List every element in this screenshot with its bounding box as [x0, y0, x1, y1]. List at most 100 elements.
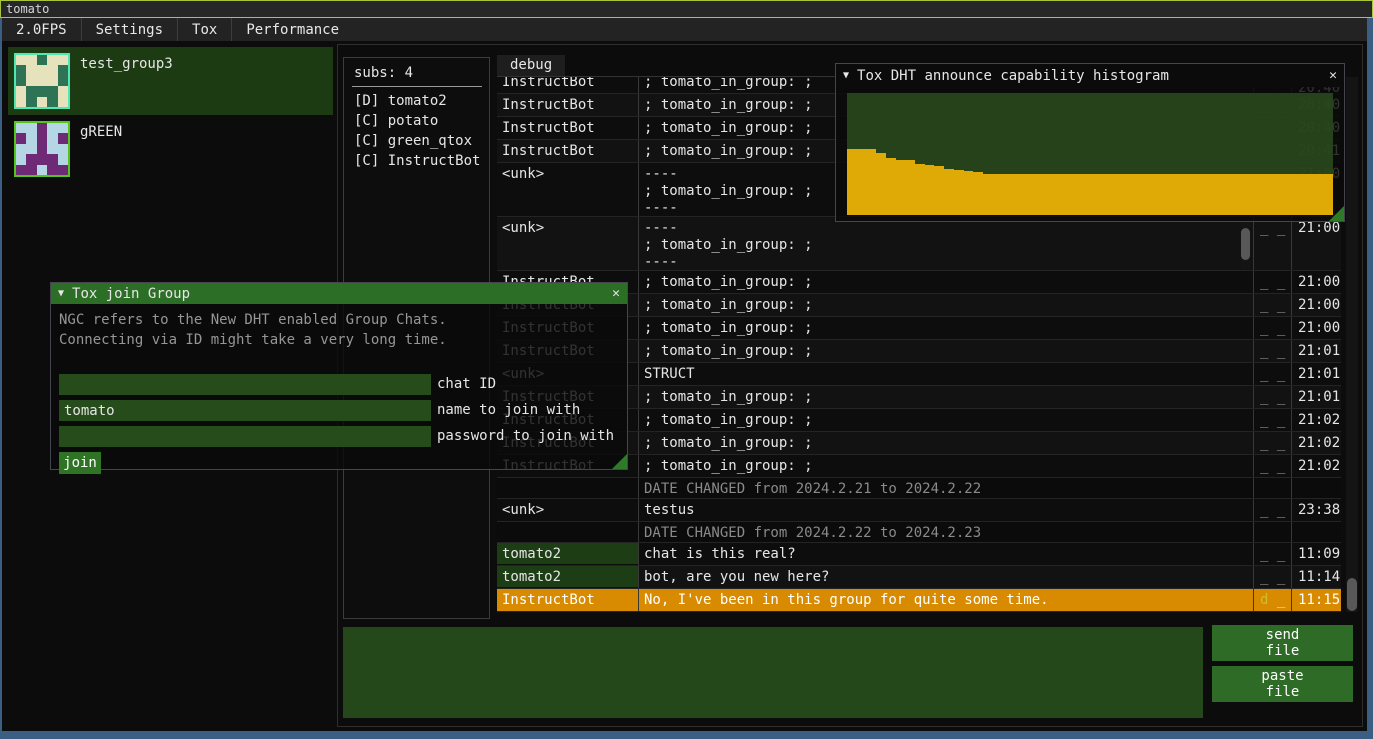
avatar-pixel — [37, 86, 47, 96]
timestamp: 21:02 — [1298, 458, 1341, 474]
message-input[interactable] — [343, 627, 1203, 718]
message-text: ; tomato_in_group: ; — [644, 274, 1253, 290]
chat-row-name: <unk> — [497, 499, 638, 521]
close-icon[interactable]: ✕ — [612, 286, 620, 301]
status-flag-left: _ — [1260, 389, 1268, 405]
status-flag-left: _ — [1260, 220, 1268, 236]
chat-row-status: _ _ — [1253, 455, 1291, 477]
group-name: test_group3 — [80, 56, 173, 72]
timestamp: 21:01 — [1298, 389, 1341, 405]
avatar-pixel — [26, 86, 36, 96]
send-file-button[interactable]: send file — [1212, 625, 1353, 661]
status-flag-left: _ — [1260, 297, 1268, 313]
chat-row-status: _ _ — [1253, 409, 1291, 431]
chat-row-time: 21:01 — [1291, 386, 1341, 408]
join-name-field[interactable] — [59, 400, 431, 421]
histogram-bar — [1022, 174, 1032, 215]
member-item[interactable]: [C] potato — [354, 111, 485, 131]
chat-row-time — [1291, 522, 1341, 542]
menu-item-tox[interactable]: Tox — [178, 18, 231, 41]
status-flag-left: d — [1260, 592, 1268, 608]
chat-date-row[interactable]: DATE CHANGED from 2024.2.22 to 2024.2.23 — [497, 522, 1341, 543]
chat-row-message: STRUCT — [638, 363, 1253, 385]
chat-row-time: 23:38 — [1291, 499, 1341, 521]
histogram-bar — [1061, 174, 1071, 215]
join-button[interactable]: join — [59, 452, 101, 474]
avatar-pixel — [16, 165, 26, 175]
paste-file-button[interactable]: paste file — [1212, 666, 1353, 702]
chat-row-time: 21:02 — [1291, 455, 1341, 477]
menu-item-settings[interactable]: Settings — [82, 18, 177, 41]
chat-id-label: chat ID — [437, 376, 496, 392]
histogram-bar — [905, 160, 915, 215]
collapse-icon[interactable]: ▼ — [843, 70, 849, 81]
chat-row[interactable]: tomato2chat is this real?_ _11:09 — [497, 543, 1341, 566]
members-separator — [352, 86, 482, 87]
status-flag-right: _ — [1277, 435, 1285, 451]
chat-scrollbar-thumb[interactable] — [1347, 578, 1357, 611]
avatar-pixel — [58, 76, 68, 86]
group-row-test_group3[interactable]: test_group3 — [8, 47, 333, 115]
chat-id-field[interactable] — [59, 374, 431, 395]
status-flag-right: _ — [1277, 220, 1285, 236]
member-item[interactable]: [C] InstructBot — [354, 151, 485, 171]
chat-row-message: DATE CHANGED from 2024.2.22 to 2024.2.23 — [638, 522, 1253, 542]
collapse-icon[interactable]: ▼ — [58, 288, 64, 299]
avatar-pixel — [26, 144, 36, 154]
window-frame-left — [0, 18, 2, 739]
histogram-bar — [896, 160, 906, 215]
avatar-pixel — [37, 144, 47, 154]
menu-item-performance[interactable]: Performance — [232, 18, 353, 41]
chat-row-time: 11:09 — [1291, 543, 1341, 565]
chat-row-time: 21:02 — [1291, 432, 1341, 454]
timestamp: 11:15 — [1298, 592, 1341, 608]
resize-grip-icon[interactable] — [1329, 206, 1344, 221]
window-frame-bottom — [0, 731, 1373, 739]
histogram-bar — [1236, 174, 1246, 215]
sender-name: InstructBot — [502, 143, 638, 159]
close-icon[interactable]: ✕ — [1329, 68, 1337, 83]
chat-row-message: ; tomato_in_group: ; — [638, 294, 1253, 316]
timestamp: 21:00 — [1298, 220, 1341, 236]
status-flag-left: _ — [1260, 546, 1268, 562]
chat-row[interactable]: tomato2bot, are you new here?_ _11:14 — [497, 566, 1341, 589]
chat-row-name — [497, 478, 638, 498]
group-avatar-icon — [14, 121, 70, 177]
histogram-bar — [1148, 174, 1158, 215]
chat-row-message: testus — [638, 499, 1253, 521]
chat-row-name: InstructBot — [497, 77, 638, 93]
chat-row-status: _ _ — [1253, 566, 1291, 588]
dht-histogram-titlebar[interactable]: ▼ Tox DHT announce capability histogram … — [836, 64, 1344, 87]
chat-row-status: _ _ — [1253, 294, 1291, 316]
histogram-bar — [944, 169, 954, 215]
tab-debug[interactable]: debug — [497, 55, 565, 76]
chat-row[interactable]: <unk>testus_ _23:38 — [497, 499, 1341, 522]
chat-row-status: _ _ — [1253, 543, 1291, 565]
chat-row[interactable]: InstructBotNo, I've been in this group f… — [497, 589, 1341, 612]
dht-histogram-body — [836, 87, 1344, 221]
chat-row[interactable]: <unk>----; tomato_in_group: ;----_ _21:0… — [497, 217, 1341, 271]
avatar-pixel — [26, 133, 36, 143]
group-row-gREEN[interactable]: gREEN — [8, 115, 333, 183]
timestamp: 21:01 — [1298, 343, 1341, 359]
message-cell-scrollbar-thumb[interactable] — [1241, 228, 1250, 260]
avatar-pixel — [16, 154, 26, 164]
member-item[interactable]: [D] tomato2 — [354, 91, 485, 111]
chat-date-row[interactable]: DATE CHANGED from 2024.2.21 to 2024.2.22 — [497, 478, 1341, 499]
avatar-pixel — [47, 144, 57, 154]
members-list: [D] tomato2[C] potato[C] green_qtox[C] I… — [354, 91, 485, 171]
timestamp: 21:02 — [1298, 412, 1341, 428]
join-password-field[interactable] — [59, 426, 431, 447]
chat-row-message: ; tomato_in_group: ; — [638, 386, 1253, 408]
sender-name: tomato2 — [497, 566, 638, 587]
status-flag-right: _ — [1277, 592, 1285, 608]
chat-row-name: InstructBot — [497, 140, 638, 162]
avatar-pixel — [58, 123, 68, 133]
histogram-bar — [1041, 174, 1051, 215]
join-group-titlebar[interactable]: ▼ Tox join Group ✕ — [51, 283, 627, 304]
member-item[interactable]: [C] green_qtox — [354, 131, 485, 151]
histogram-bar — [954, 170, 964, 215]
resize-grip-icon[interactable] — [612, 454, 627, 469]
histogram-bar — [1090, 174, 1100, 215]
histogram-bar — [1216, 174, 1226, 215]
